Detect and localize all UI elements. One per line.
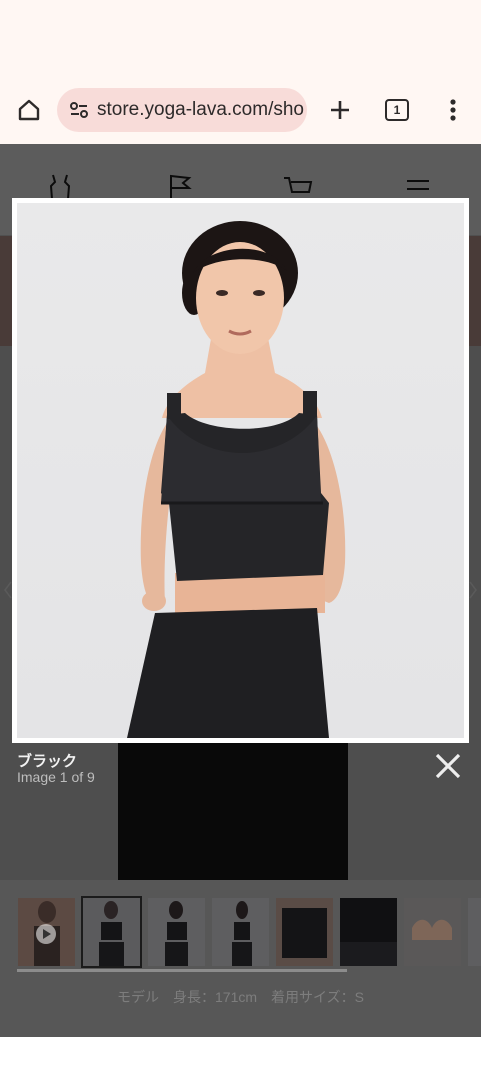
- thumbnail-fabric[interactable]: [340, 898, 397, 966]
- site-info-icon[interactable]: [65, 96, 93, 124]
- url-text: store.yoga-lava.com/sho: [97, 99, 304, 120]
- lightbox-image-frame: [12, 198, 469, 743]
- thumbnail-video[interactable]: [18, 898, 75, 966]
- home-icon: [18, 99, 40, 121]
- product-image[interactable]: [17, 203, 464, 738]
- thumbnail-side[interactable]: [212, 898, 269, 966]
- close-button[interactable]: [432, 750, 464, 782]
- thumbnail-detail[interactable]: [276, 898, 333, 966]
- close-icon: [435, 753, 461, 779]
- status-bar: [0, 0, 481, 78]
- thumbnail-back[interactable]: [148, 898, 205, 966]
- more-vert-icon: [450, 99, 456, 121]
- model-illustration: [127, 221, 346, 738]
- address-bar[interactable]: store.yoga-lava.com/sho: [57, 88, 307, 132]
- tab-switcher-button[interactable]: 1: [385, 99, 409, 121]
- color-name: ブラック: [17, 753, 78, 770]
- chevron-right-icon: [469, 581, 477, 599]
- plus-icon: [331, 101, 349, 119]
- new-tab-button[interactable]: [325, 95, 355, 125]
- thumbnail-front[interactable]: [81, 896, 142, 968]
- image-counter: Image 1 of 9: [17, 769, 95, 785]
- thumbnail-inner-bra[interactable]: [404, 898, 461, 966]
- thumbnail-scrollbar[interactable]: [17, 969, 347, 972]
- bottom-area: [0, 1037, 481, 1080]
- browser-menu-button[interactable]: [440, 95, 466, 125]
- browser-toolbar: store.yoga-lava.com/sho 1: [0, 78, 481, 144]
- thumbnail-partial[interactable]: [468, 898, 481, 966]
- model-info: モデル 身長：171cm 着用サイズ：S: [117, 989, 364, 1005]
- home-button[interactable]: [14, 95, 44, 125]
- next-arrow[interactable]: [468, 580, 478, 600]
